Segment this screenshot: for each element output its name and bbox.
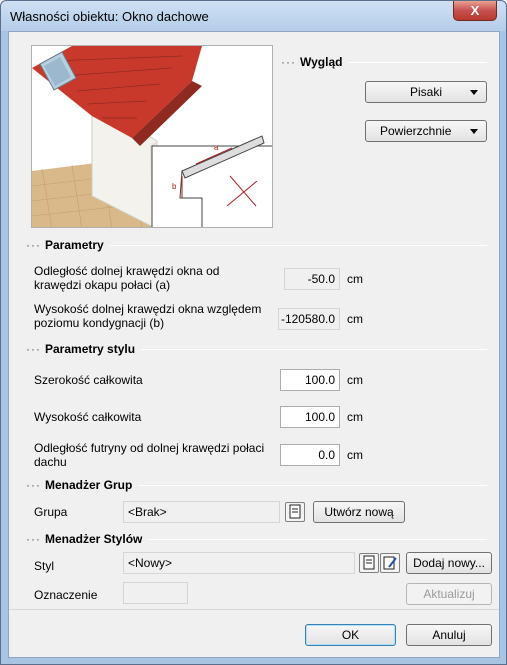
close-button[interactable]: X (453, 1, 497, 21)
document-icon (363, 555, 375, 570)
ok-button[interactable]: OK (305, 624, 396, 646)
roof-window-illustration: a b (32, 46, 272, 227)
title-bar[interactable]: Własności obiektu: Okno dachowe X (1, 1, 506, 31)
group-browse-button[interactable] (285, 502, 305, 522)
window-height-field[interactable]: -120580.0 (278, 308, 340, 330)
surfaces-dropdown-button[interactable]: Powierzchnie (365, 120, 487, 142)
style-manager-heading: Menadżer Stylów (45, 532, 143, 546)
designation-field[interactable] (123, 582, 188, 604)
eave-distance-label: Odległość dolnej krawędzi okna od krawęd… (34, 264, 220, 292)
pens-dropdown-button[interactable]: Pisaki (365, 81, 487, 103)
add-new-style-button[interactable]: Dodaj nowy... (406, 552, 492, 574)
eave-distance-unit: cm (347, 272, 363, 286)
total-height-label: Wysokość całkowita (34, 410, 142, 424)
style-manager-header: ··· Menadżer Stylów (26, 532, 487, 546)
frame-distance-field[interactable]: 0.0 (280, 444, 340, 466)
group-label: Grupa (34, 505, 68, 519)
designation-label: Oznaczenie (34, 588, 98, 602)
dimension-a-label: a (214, 143, 219, 152)
group-manager-heading: Menadżer Grup (45, 478, 133, 492)
total-width-label: Szerokość całkowita (34, 373, 143, 387)
document-icon (289, 504, 301, 519)
chevron-down-icon (470, 90, 478, 95)
frame-distance-unit: cm (347, 448, 363, 462)
roof-window-preview: a b (31, 45, 273, 228)
cancel-button[interactable]: Anuluj (406, 624, 492, 646)
style-label: Styl (34, 559, 55, 573)
window-title: Własności obiektu: Okno dachowe (10, 9, 209, 24)
frame-distance-label: Odległość futryny od dolnej krawędzi poł… (34, 441, 265, 469)
group-field[interactable]: <Brak> (123, 501, 280, 523)
total-width-field[interactable]: 100.0 (280, 369, 340, 391)
pens-label: Pisaki (410, 85, 443, 99)
style-browse-button[interactable] (359, 553, 379, 573)
appearance-heading: Wygląd (300, 55, 343, 69)
total-height-field[interactable]: 100.0 (280, 406, 340, 428)
style-field[interactable]: <Nowy> (123, 552, 355, 574)
dialog-body: a b ··· Wygląd Pisaki Powierzchnie ··· P… (8, 31, 500, 658)
style-params-heading: Parametry stylu (45, 342, 136, 356)
footer-divider (9, 609, 499, 610)
total-width-unit: cm (347, 373, 363, 387)
edit-document-icon (383, 556, 397, 570)
window-height-unit: cm (347, 312, 363, 326)
surfaces-label: Powierzchnie (380, 124, 452, 138)
update-style-button[interactable]: Aktualizuj (406, 583, 492, 605)
eave-distance-field[interactable]: -50.0 (284, 268, 340, 290)
parameters-group-header: ··· Parametry (26, 238, 487, 252)
properties-dialog: Własności obiektu: Okno dachowe X a b ··… (0, 0, 507, 665)
chevron-down-icon (470, 129, 478, 134)
dimension-b-label: b (172, 182, 177, 191)
style-params-group-header: ··· Parametry stylu (26, 342, 487, 356)
group-manager-header: ··· Menadżer Grup (26, 478, 487, 492)
create-new-group-button[interactable]: Utwórz nową (313, 501, 405, 523)
style-edit-button[interactable] (380, 553, 400, 573)
appearance-group-header: ··· Wygląd (281, 55, 487, 69)
parameters-heading: Parametry (45, 238, 104, 252)
window-height-label: Wysokość dolnej krawędzi okna względem p… (34, 302, 262, 330)
total-height-unit: cm (347, 410, 363, 424)
